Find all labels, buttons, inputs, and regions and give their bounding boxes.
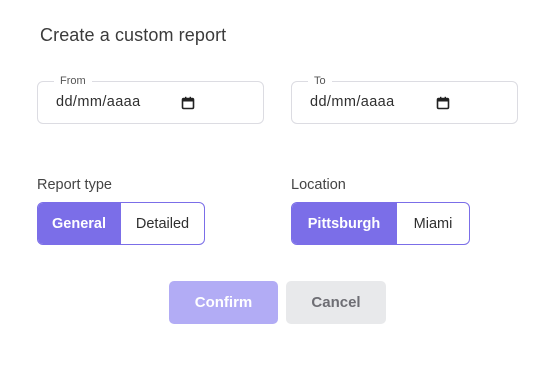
calendar-icon[interactable] [181,96,195,110]
from-date-field[interactable]: From dd/mm/aaaa [37,73,264,124]
to-date-field[interactable]: To dd/mm/aaaa [291,73,518,124]
confirm-button[interactable]: Confirm [169,281,278,324]
from-date-value[interactable]: dd/mm/aaaa [56,94,141,110]
report-type-label: Report type [37,177,112,193]
from-date-legend: From [54,73,92,89]
location-label: Location [291,177,346,193]
location-pittsburgh-option[interactable]: Pittsburgh [292,203,396,244]
location-toggle: Pittsburgh Miami [291,202,470,245]
calendar-icon[interactable] [436,96,450,110]
to-date-value[interactable]: dd/mm/aaaa [310,94,395,110]
report-type-general-option[interactable]: General [38,203,120,244]
to-date-legend: To [308,73,332,89]
report-type-detailed-option[interactable]: Detailed [120,203,204,244]
dialog-title: Create a custom report [40,25,227,45]
cancel-button[interactable]: Cancel [286,281,386,324]
location-miami-option[interactable]: Miami [396,203,469,244]
report-type-toggle: General Detailed [37,202,205,245]
